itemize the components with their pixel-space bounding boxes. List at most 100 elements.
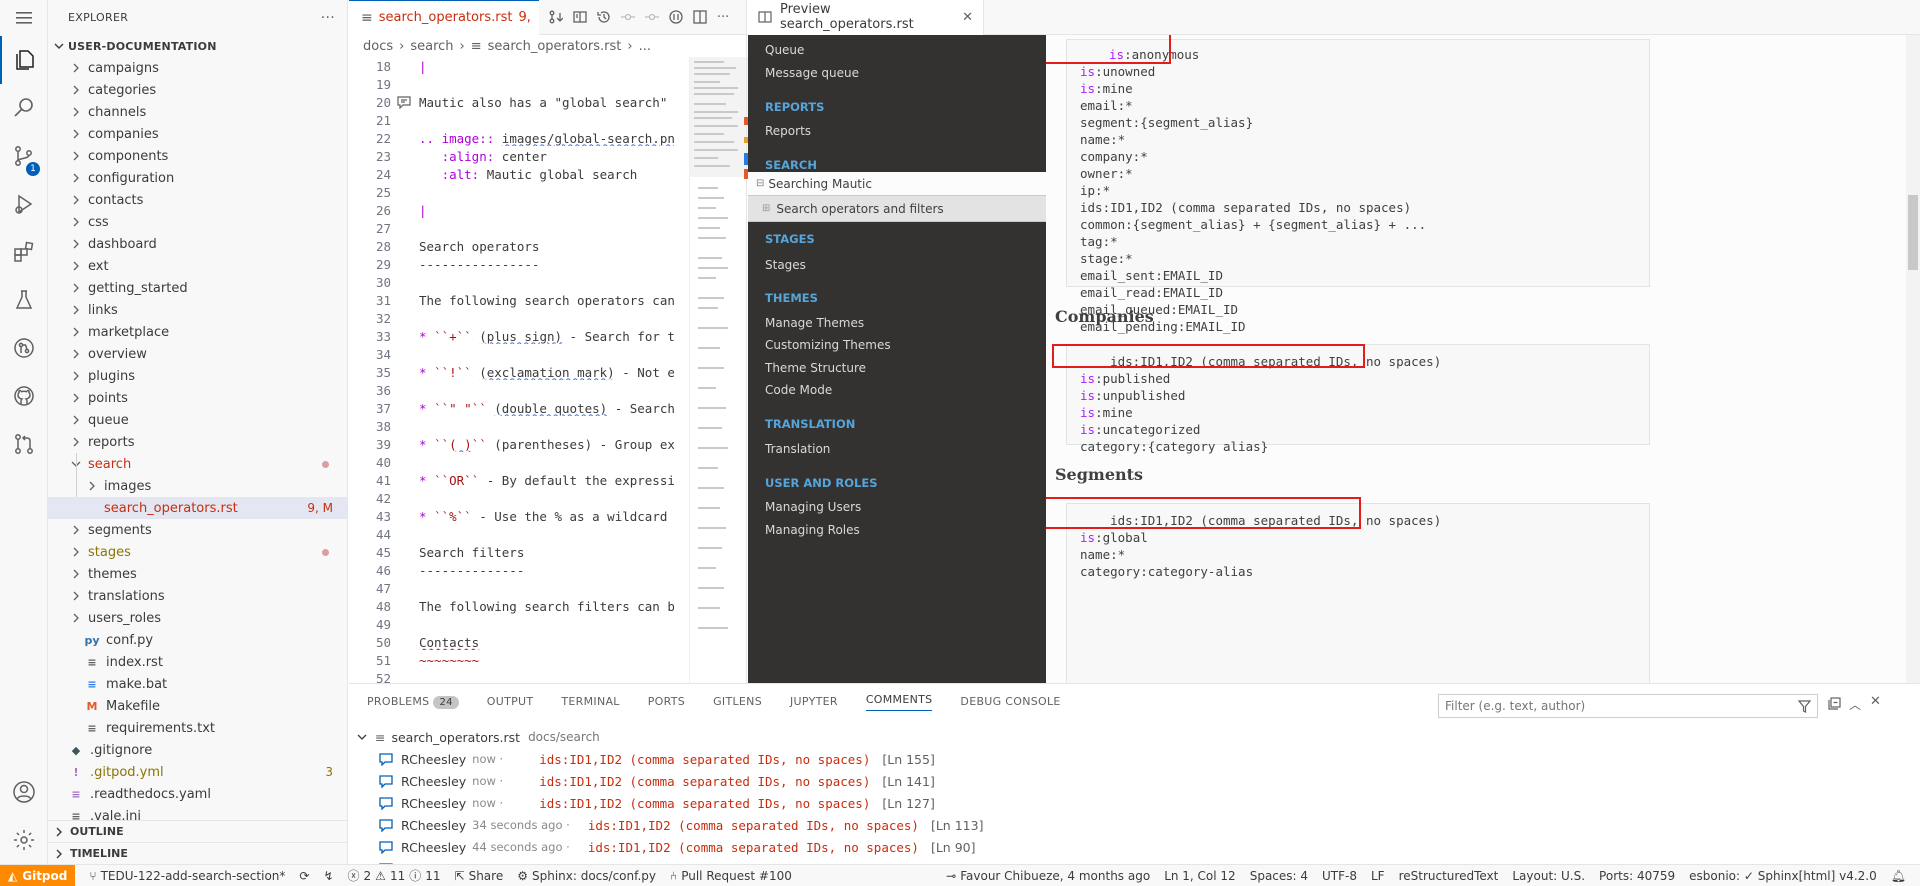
code-line[interactable]: 44 xyxy=(349,525,747,543)
nav-item-reports[interactable]: Reports xyxy=(765,124,811,138)
folder-row[interactable]: ext xyxy=(48,255,347,277)
problems-indicator[interactable]: ⓧ 2 ⚠ 11 ⓘ 11 xyxy=(348,867,441,884)
code-line[interactable]: 23 :align: center xyxy=(349,147,747,165)
folder-row[interactable]: queue xyxy=(48,409,347,431)
comment-file-row[interactable]: ≡ search_operators.rst docs/search xyxy=(357,726,600,748)
nav-item-theme-structure[interactable]: Theme Structure xyxy=(765,361,866,375)
code-line[interactable]: 35 * ``!`` (exclamation mark) - Not equ xyxy=(349,363,747,381)
folder-row[interactable]: points xyxy=(48,387,347,409)
more-actions-icon[interactable]: ··· xyxy=(717,10,729,25)
tab-debug-console[interactable]: DEBUG CONSOLE xyxy=(960,695,1060,708)
tab-ports[interactable]: PORTS xyxy=(648,695,685,708)
nav-item-searching-mautic[interactable]: ⊟ Searching Mautic xyxy=(748,172,1046,195)
folder-row[interactable]: plugins xyxy=(48,365,347,387)
account-icon[interactable] xyxy=(0,768,48,816)
folder-row[interactable]: contacts xyxy=(48,189,347,211)
pull-requests-icon[interactable] xyxy=(0,420,48,468)
folder-row[interactable]: channels xyxy=(48,101,347,123)
close-panel-icon[interactable]: ✕ xyxy=(1870,694,1881,709)
breadcrumb-file[interactable]: search_operators.rst xyxy=(488,39,622,54)
folder-row[interactable]: css xyxy=(48,211,347,233)
menu-icon[interactable] xyxy=(0,0,48,36)
folder-row[interactable]: overview xyxy=(48,343,347,365)
search-icon[interactable] xyxy=(0,84,48,132)
github-icon[interactable] xyxy=(0,372,48,420)
comment-row[interactable]: RCheesley now · ids:ID1,ID2 (comma separat… xyxy=(379,748,935,770)
code-line[interactable]: 47 xyxy=(349,579,747,597)
folder-row[interactable]: campaigns xyxy=(48,57,347,79)
share-button[interactable]: ⇱ Share xyxy=(455,869,504,883)
file-row[interactable]: M Makefile xyxy=(48,695,347,717)
comment-icon[interactable] xyxy=(397,95,411,109)
sphinx-config[interactable]: ⚙ Sphinx: docs/conf.py xyxy=(517,869,656,883)
code-line[interactable]: 42 xyxy=(349,489,747,507)
folder-row[interactable]: companies xyxy=(48,123,347,145)
breadcrumb-search[interactable]: search xyxy=(410,39,453,54)
tab-gitlens[interactable]: GITLENS xyxy=(713,695,762,708)
code-line[interactable]: 51 ~~~~~~~~ xyxy=(349,651,747,669)
cursor-position[interactable]: Ln 1, Col 12 xyxy=(1164,869,1236,883)
scrollbar-thumb[interactable] xyxy=(1908,195,1918,270)
code-line[interactable]: 27 xyxy=(349,219,747,237)
breadcrumb-docs[interactable]: docs xyxy=(363,39,393,54)
explorer-icon[interactable] xyxy=(0,36,48,84)
code-lines[interactable]: 18 | 19 20 Mautic also has a "global search"… xyxy=(349,57,747,687)
gitlens-status-icon[interactable]: ↯ xyxy=(323,869,333,883)
folder-row[interactable]: reports xyxy=(48,431,347,453)
code-line[interactable]: 30 xyxy=(349,273,747,291)
nav-item-search-operators[interactable]: ⊞ Search operators and filters xyxy=(748,195,1046,222)
tab-output[interactable]: OUTPUT xyxy=(487,695,534,708)
code-line[interactable]: 28 Search operators xyxy=(349,237,747,255)
nav-item-stages[interactable]: Stages xyxy=(765,258,806,272)
file-row[interactable]: search_operators.rst 9, M xyxy=(48,497,347,519)
keyboard-layout[interactable]: Layout: U.S. xyxy=(1512,869,1585,883)
code-line[interactable]: 22 .. image:: images/global-search.png xyxy=(349,129,747,147)
branch-indicator[interactable]: ⑂ TEDU-122-add-search-section* xyxy=(89,869,285,883)
folder-row[interactable]: images xyxy=(48,475,347,497)
code-line[interactable]: 29 ---------------- xyxy=(349,255,747,273)
code-line[interactable]: 39 * ``( )`` (parentheses) - Group expr xyxy=(349,435,747,453)
code-line[interactable]: 34 xyxy=(349,345,747,363)
code-line[interactable]: 45 Search filters xyxy=(349,543,747,561)
tab-terminal[interactable]: TERMINAL xyxy=(561,695,619,708)
next-change-icon[interactable] xyxy=(644,10,659,24)
nav-item-managing-roles[interactable]: Managing Roles xyxy=(765,523,860,537)
file-row[interactable]: ◆ .gitignore xyxy=(48,739,347,761)
comment-row[interactable]: RCheesley now · ids:ID1,ID2 (comma separat… xyxy=(379,792,935,814)
folder-row[interactable]: dashboard xyxy=(48,233,347,255)
folder-row[interactable]: themes xyxy=(48,563,347,585)
tab-preview[interactable]: Preview search_operators.rst ✕ xyxy=(748,0,984,35)
language-mode[interactable]: reStructuredText xyxy=(1399,869,1499,883)
nav-item-translation[interactable]: Translation xyxy=(765,442,830,456)
code-line[interactable]: 49 xyxy=(349,615,747,633)
collapse-all-icon[interactable] xyxy=(1828,697,1841,710)
folder-row[interactable]: links xyxy=(48,299,347,321)
comment-row[interactable]: RCheesley now · ids:ID1,ID2 (comma separat… xyxy=(379,770,935,792)
nav-item-code-mode[interactable]: Code Mode xyxy=(765,383,832,397)
maximize-panel-icon[interactable]: ︿ xyxy=(1849,696,1861,713)
folder-row[interactable]: categories xyxy=(48,79,347,101)
nav-item-queue[interactable]: Queue xyxy=(765,43,804,57)
indentation[interactable]: Spaces: 4 xyxy=(1250,869,1308,883)
close-icon[interactable]: ✕ xyxy=(962,10,973,25)
file-row[interactable]: ≡ make.bat xyxy=(48,673,347,695)
nav-item-manage-themes[interactable]: Manage Themes xyxy=(765,316,864,330)
file-row[interactable]: py conf.py xyxy=(48,629,347,651)
testing-icon[interactable] xyxy=(0,276,48,324)
tab-comments[interactable]: COMMENTS xyxy=(865,693,933,711)
code-line[interactable]: 43 * ``%`` - Use the % as a wildcard to xyxy=(349,507,747,525)
code-line[interactable]: 25 xyxy=(349,183,747,201)
folder-row[interactable]: getting_started xyxy=(48,277,347,299)
folder-row[interactable]: stages xyxy=(48,541,347,563)
folder-row[interactable]: configuration xyxy=(48,167,347,189)
compare-icon[interactable] xyxy=(669,10,683,24)
comment-row[interactable]: RCheesley 34 seconds ago · ids:ID1,ID2 (co… xyxy=(379,814,983,836)
preview-scrollbar[interactable] xyxy=(1906,35,1920,683)
code-line[interactable]: 36 xyxy=(349,381,747,399)
file-row[interactable]: ≡ requirements.txt xyxy=(48,717,347,739)
code-line[interactable]: 21 xyxy=(349,111,747,129)
folder-row[interactable]: users_roles xyxy=(48,607,347,629)
outline-section[interactable]: OUTLINE xyxy=(48,820,348,842)
file-row[interactable]: ≡ index.rst xyxy=(48,651,347,673)
pull-request-indicator[interactable]: ⑃ Pull Request #100 xyxy=(670,869,792,883)
